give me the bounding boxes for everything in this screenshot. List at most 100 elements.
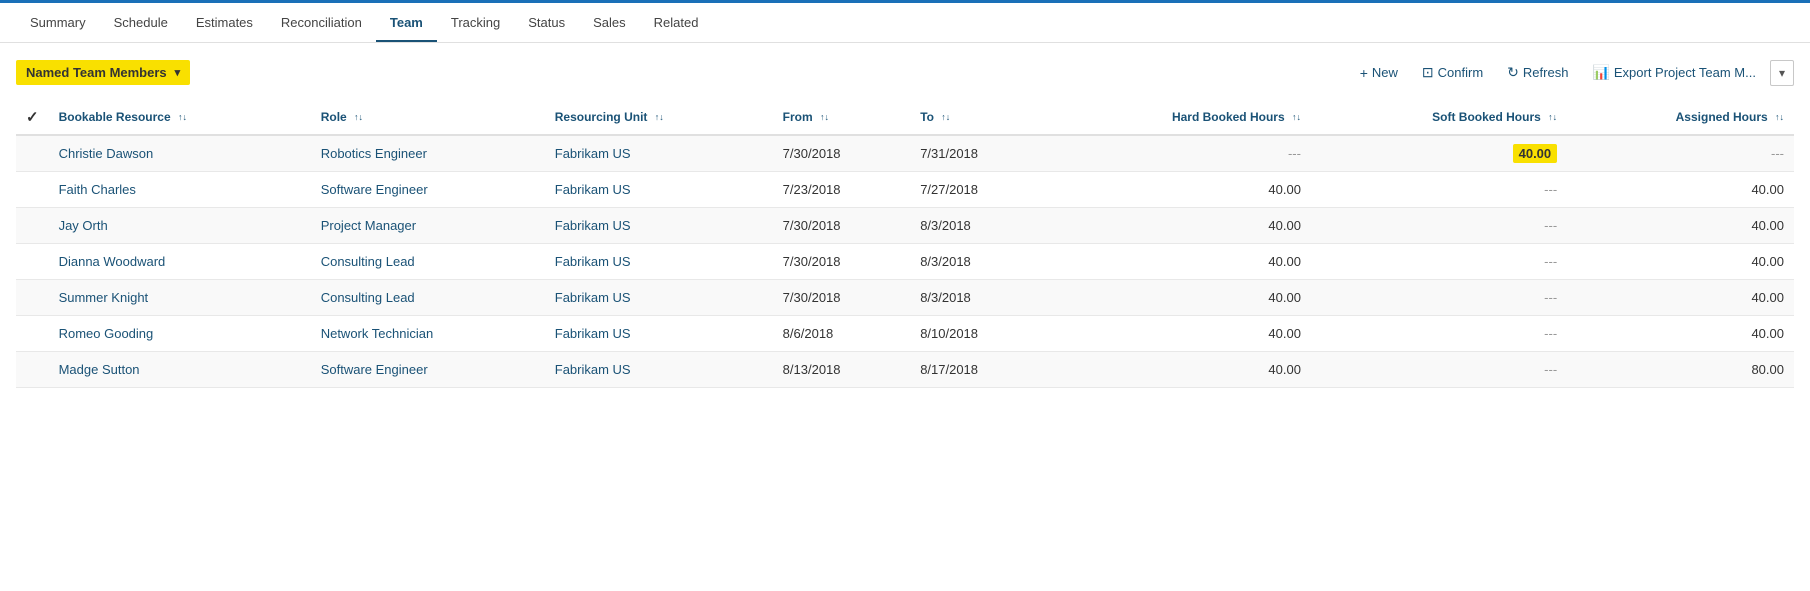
nav-tab-reconciliation[interactable]: Reconciliation: [267, 5, 376, 42]
nav-tab-sales[interactable]: Sales: [579, 5, 640, 42]
resource-name[interactable]: Dianna Woodward: [49, 244, 311, 280]
table-row: Jay OrthProject ManagerFabrikam US7/30/2…: [16, 208, 1794, 244]
col-header-resourcing-unit[interactable]: Resourcing Unit ↑↓: [545, 100, 773, 135]
col-header-from[interactable]: From ↑↓: [773, 100, 911, 135]
row-checkbox[interactable]: [16, 352, 49, 388]
col-header-assigned-hours[interactable]: Assigned Hours ↑↓: [1567, 100, 1794, 135]
col-header-hard-booked-hours[interactable]: Hard Booked Hours ↑↓: [1048, 100, 1311, 135]
resourcing-unit[interactable]: Fabrikam US: [545, 280, 773, 316]
from-date: 8/13/2018: [773, 352, 911, 388]
row-checkbox[interactable]: [16, 208, 49, 244]
resource-role[interactable]: Consulting Lead: [311, 244, 545, 280]
nav-tab-summary[interactable]: Summary: [16, 5, 100, 42]
sort-icon: ↑↓: [1292, 113, 1301, 122]
to-date: 8/3/2018: [910, 208, 1048, 244]
table-row: Summer KnightConsulting LeadFabrikam US7…: [16, 280, 1794, 316]
soft-booked-hours: ---: [1311, 280, 1567, 316]
resource-name[interactable]: Christie Dawson: [49, 135, 311, 172]
confirm-icon: ⊡: [1422, 64, 1434, 81]
col-header-soft-booked-hours[interactable]: Soft Booked Hours ↑↓: [1311, 100, 1567, 135]
resource-role[interactable]: Software Engineer: [311, 352, 545, 388]
nav-tab-related[interactable]: Related: [640, 5, 713, 42]
to-date: 7/27/2018: [910, 172, 1048, 208]
hard-booked-hours: 40.00: [1048, 352, 1311, 388]
sort-icon: ↑↓: [655, 113, 664, 122]
from-date: 7/23/2018: [773, 172, 911, 208]
assigned-hours: 40.00: [1567, 172, 1794, 208]
new-button[interactable]: + New: [1350, 60, 1408, 86]
soft-booked-hours: ---: [1311, 316, 1567, 352]
app-container: SummaryScheduleEstimatesReconciliationTe…: [0, 0, 1810, 591]
assigned-hours: 40.00: [1567, 280, 1794, 316]
sort-icon: ↑↓: [941, 113, 950, 122]
row-checkbox[interactable]: [16, 172, 49, 208]
sort-icon: ↑↓: [1775, 113, 1784, 122]
to-date: 8/17/2018: [910, 352, 1048, 388]
col-header-bookable-resource[interactable]: Bookable Resource ↑↓: [49, 100, 311, 135]
sort-icon: ↑↓: [1548, 113, 1557, 122]
nav-tab-tracking[interactable]: Tracking: [437, 5, 514, 42]
empty-value: ---: [1771, 146, 1784, 161]
col-header-role[interactable]: Role ↑↓: [311, 100, 545, 135]
table-row: Christie DawsonRobotics EngineerFabrikam…: [16, 135, 1794, 172]
more-actions-button[interactable]: ▾: [1770, 60, 1794, 86]
row-checkbox[interactable]: [16, 280, 49, 316]
hard-booked-hours: 40.00: [1048, 172, 1311, 208]
from-date: 7/30/2018: [773, 280, 911, 316]
resourcing-unit[interactable]: Fabrikam US: [545, 208, 773, 244]
checkmark-icon: ✓: [26, 109, 39, 126]
refresh-button[interactable]: ↻ Refresh: [1497, 59, 1578, 86]
nav-tab-status[interactable]: Status: [514, 5, 579, 42]
nav-tab-estimates[interactable]: Estimates: [182, 5, 267, 42]
resourcing-unit[interactable]: Fabrikam US: [545, 316, 773, 352]
empty-value: ---: [1288, 146, 1301, 161]
assigned-hours: 40.00: [1567, 244, 1794, 280]
row-checkbox[interactable]: [16, 135, 49, 172]
select-all-header: ✓: [16, 100, 49, 135]
resource-name[interactable]: Jay Orth: [49, 208, 311, 244]
soft-booked-hours: ---: [1311, 172, 1567, 208]
soft-booked-highlight: 40.00: [1513, 144, 1558, 163]
resource-name[interactable]: Madge Sutton: [49, 352, 311, 388]
team-members-table: ✓ Bookable Resource ↑↓Role ↑↓Resourcing …: [16, 100, 1794, 388]
nav-tab-team[interactable]: Team: [376, 5, 437, 42]
sort-icon: ↑↓: [354, 113, 363, 122]
resource-role[interactable]: Software Engineer: [311, 172, 545, 208]
row-checkbox[interactable]: [16, 316, 49, 352]
section-title-button[interactable]: Named Team Members ▾: [16, 60, 190, 85]
section-header: Named Team Members ▾ + New ⊡ Confirm ↻ R…: [16, 53, 1794, 92]
confirm-button[interactable]: ⊡ Confirm: [1412, 59, 1493, 86]
section-chevron-icon: ▾: [175, 66, 181, 79]
empty-value: ---: [1544, 254, 1557, 269]
resource-name[interactable]: Faith Charles: [49, 172, 311, 208]
sort-icon: ↑↓: [820, 113, 829, 122]
table-header: ✓ Bookable Resource ↑↓Role ↑↓Resourcing …: [16, 100, 1794, 135]
empty-value: ---: [1544, 218, 1557, 233]
from-date: 7/30/2018: [773, 244, 911, 280]
col-header-to[interactable]: To ↑↓: [910, 100, 1048, 135]
soft-booked-hours: 40.00: [1311, 135, 1567, 172]
table-body: Christie DawsonRobotics EngineerFabrikam…: [16, 135, 1794, 388]
empty-value: ---: [1544, 182, 1557, 197]
to-date: 8/10/2018: [910, 316, 1048, 352]
export-button[interactable]: 📊 Export Project Team M...: [1582, 59, 1766, 86]
resource-role[interactable]: Network Technician: [311, 316, 545, 352]
resourcing-unit[interactable]: Fabrikam US: [545, 352, 773, 388]
from-date: 7/30/2018: [773, 208, 911, 244]
resourcing-unit[interactable]: Fabrikam US: [545, 172, 773, 208]
resource-role[interactable]: Robotics Engineer: [311, 135, 545, 172]
plus-icon: +: [1360, 65, 1368, 81]
assigned-hours: 80.00: [1567, 352, 1794, 388]
resource-role[interactable]: Consulting Lead: [311, 280, 545, 316]
from-date: 7/30/2018: [773, 135, 911, 172]
resourcing-unit[interactable]: Fabrikam US: [545, 135, 773, 172]
row-checkbox[interactable]: [16, 244, 49, 280]
resourcing-unit[interactable]: Fabrikam US: [545, 244, 773, 280]
assigned-hours: ---: [1567, 135, 1794, 172]
from-date: 8/6/2018: [773, 316, 911, 352]
to-date: 8/3/2018: [910, 280, 1048, 316]
resource-name[interactable]: Romeo Gooding: [49, 316, 311, 352]
resource-role[interactable]: Project Manager: [311, 208, 545, 244]
nav-tab-schedule[interactable]: Schedule: [100, 5, 182, 42]
resource-name[interactable]: Summer Knight: [49, 280, 311, 316]
